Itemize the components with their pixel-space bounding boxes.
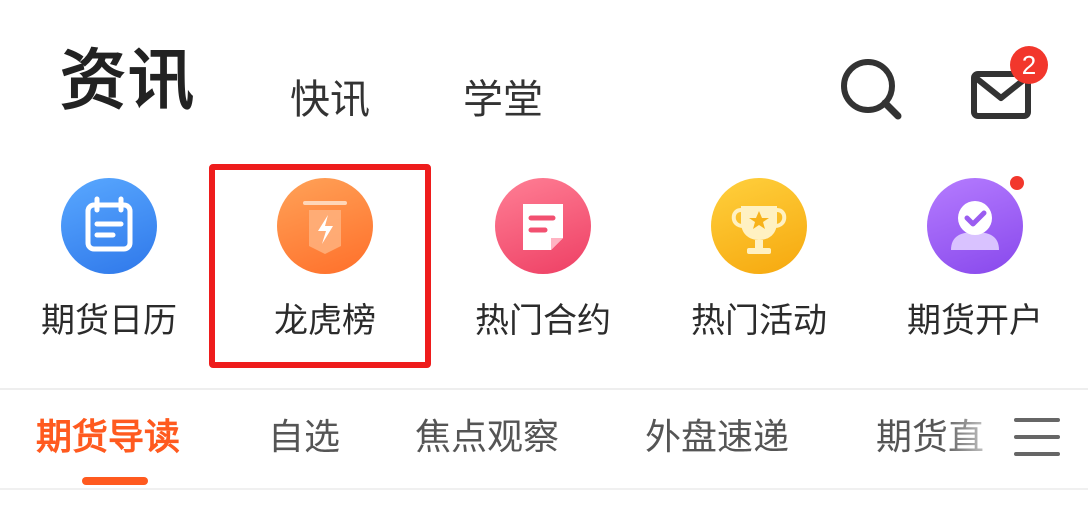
highlight-frame	[209, 164, 431, 368]
header: 资讯 快讯 学堂 2	[0, 0, 1088, 150]
page-title: 资讯	[60, 42, 196, 119]
tab-flash-news[interactable]: 快讯	[290, 72, 370, 128]
account-check-icon	[927, 178, 1023, 274]
tab-academy[interactable]: 学堂	[463, 72, 543, 128]
divider	[0, 488, 1088, 490]
entry-futures-calendar[interactable]: 期货日历	[14, 170, 204, 360]
more-categories-button[interactable]	[1012, 414, 1062, 460]
entry-hot-activities[interactable]: 热门活动	[664, 170, 854, 360]
tab-watchlist[interactable]: 自选	[268, 412, 340, 464]
tab-futures-guide[interactable]: 期货导读	[36, 412, 180, 464]
new-indicator-dot	[1010, 176, 1024, 190]
tab-focus-observation[interactable]: 焦点观察	[415, 412, 559, 464]
entry-hot-contracts[interactable]: 热门合约	[448, 170, 638, 360]
entry-label: 期货日历	[41, 301, 177, 341]
tab-overseas-express[interactable]: 外盘速递	[645, 412, 789, 464]
trophy-icon	[711, 178, 807, 274]
news-page: 资讯 快讯 学堂 2 期货日历 龙虎榜 热门合约 热门活动 期货开户 期货导读 …	[0, 0, 1088, 521]
search-icon	[841, 59, 902, 120]
menu-icon	[1014, 418, 1060, 456]
search-button[interactable]	[838, 56, 904, 122]
active-tab-indicator	[82, 477, 148, 485]
entry-open-account[interactable]: 期货开户	[880, 170, 1070, 360]
contract-icon	[495, 178, 591, 274]
entry-label: 期货开户	[907, 301, 1043, 341]
calendar-icon	[61, 178, 157, 274]
entry-label: 热门活动	[691, 301, 827, 341]
entry-label: 热门合约	[475, 301, 611, 341]
divider	[0, 388, 1088, 390]
unread-badge: 2	[1010, 46, 1048, 84]
